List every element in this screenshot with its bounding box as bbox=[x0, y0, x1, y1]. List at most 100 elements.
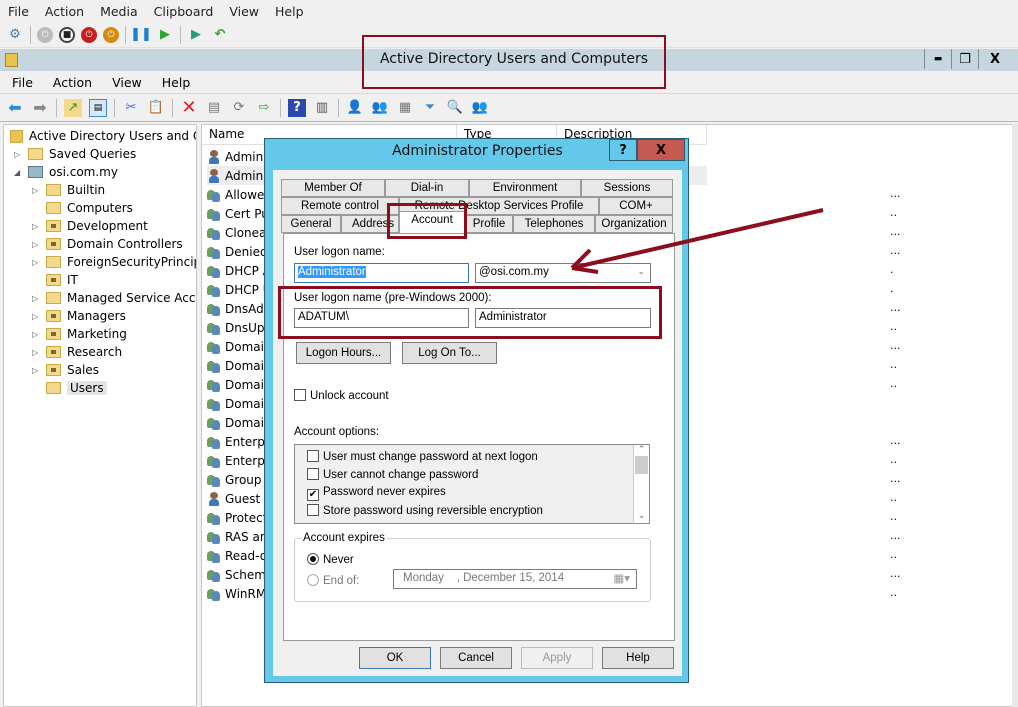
shutdown-icon[interactable]: ⏻ bbox=[81, 26, 97, 43]
tab-general[interactable]: General bbox=[281, 215, 341, 233]
vm-menu-media[interactable]: Media bbox=[100, 4, 138, 19]
dialog-help-button[interactable]: ? bbox=[609, 139, 637, 161]
refresh-icon[interactable]: ⟳ bbox=[230, 99, 248, 117]
expand-arrow-icon[interactable]: ▷ bbox=[32, 330, 42, 339]
account-option-checkbox[interactable]: ✔ Password never expires bbox=[307, 486, 446, 501]
list-row[interactable]: Domain bbox=[207, 375, 272, 394]
revert-icon[interactable]: ↶ bbox=[211, 26, 229, 44]
expand-arrow-icon[interactable]: ▷ bbox=[32, 312, 42, 321]
vm-menu-file[interactable]: File bbox=[8, 4, 29, 19]
tab-dial-in[interactable]: Dial-in bbox=[385, 179, 469, 197]
tree-item[interactable]: ▷ Development bbox=[32, 217, 148, 235]
end-of-radio[interactable]: End of: bbox=[307, 574, 359, 587]
pause-icon[interactable]: ❚❚ bbox=[130, 26, 152, 44]
tree-item[interactable]: ▷ Domain Controllers bbox=[32, 235, 183, 253]
vm-menu-clipboard[interactable]: Clipboard bbox=[154, 4, 214, 19]
ctrl-alt-del-icon[interactable]: ⚙ bbox=[6, 26, 24, 44]
help-icon[interactable]: ? bbox=[288, 98, 306, 117]
vm-menu-help[interactable]: Help bbox=[275, 4, 304, 19]
ok-button[interactable]: OK bbox=[359, 647, 431, 669]
add-to-group-icon[interactable]: 👥 bbox=[471, 99, 489, 117]
tree-item[interactable]: ▷ Managed Service Accour bbox=[32, 289, 196, 307]
tab-com-plus[interactable]: COM+ bbox=[599, 197, 673, 215]
scroll-thumb[interactable] bbox=[635, 456, 648, 474]
power-icon[interactable]: ⏻ bbox=[103, 26, 119, 43]
menu-help[interactable]: Help bbox=[162, 75, 191, 90]
tree-item[interactable]: IT bbox=[32, 271, 78, 289]
export-icon[interactable]: ⇨ bbox=[255, 99, 273, 117]
tab-member-of[interactable]: Member Of bbox=[281, 179, 385, 197]
expand-arrow-icon[interactable]: ▷ bbox=[14, 150, 24, 159]
account-option-checkbox[interactable]: Store password using reversible encrypti… bbox=[307, 504, 543, 517]
find-icon[interactable]: 🔍 bbox=[446, 99, 464, 117]
filter-icon[interactable]: ⏷ bbox=[421, 99, 439, 117]
tab-profile[interactable]: Profile bbox=[465, 215, 513, 233]
expand-arrow-icon[interactable]: ▷ bbox=[32, 294, 42, 303]
list-row[interactable]: Enterpr bbox=[207, 451, 270, 470]
start-icon[interactable]: ⏻ bbox=[37, 26, 53, 43]
tree-root[interactable]: Active Directory Users and Com bbox=[10, 127, 196, 145]
tab-remote-control[interactable]: Remote control bbox=[281, 197, 399, 215]
list-row[interactable]: Read-o bbox=[207, 546, 267, 565]
end-of-date-picker[interactable]: Monday , December 15, 2014 ▦▾ bbox=[393, 569, 637, 589]
list-row[interactable]: Allowed bbox=[207, 185, 272, 204]
tree-item[interactable]: ▷ Builtin bbox=[32, 181, 105, 199]
new-group-icon[interactable]: 👥 bbox=[371, 99, 389, 117]
resume-icon[interactable]: ▶ bbox=[156, 26, 174, 44]
account-option-checkbox[interactable]: User cannot change password bbox=[307, 468, 478, 481]
list-row[interactable]: DHCP A bbox=[207, 261, 271, 280]
list-row[interactable]: Domain bbox=[207, 356, 272, 375]
cut-icon[interactable]: ✂ bbox=[122, 99, 140, 117]
expand-arrow-icon[interactable]: ◢ bbox=[14, 168, 24, 177]
restore-button[interactable]: ❐ bbox=[951, 49, 978, 69]
account-option-checkbox[interactable]: User must change password at next logon bbox=[307, 450, 538, 463]
list-row[interactable]: Domain bbox=[207, 394, 272, 413]
tree-item[interactable]: Computers bbox=[32, 199, 133, 217]
turn-off-icon[interactable]: ■ bbox=[59, 26, 75, 43]
list-row[interactable]: DnsUpd bbox=[207, 318, 272, 337]
properties-icon[interactable]: ▤ bbox=[205, 99, 223, 117]
paste-icon[interactable]: 📋 bbox=[147, 99, 165, 117]
expand-arrow-icon[interactable]: ▷ bbox=[32, 348, 42, 357]
vertical-scrollbar[interactable] bbox=[1012, 124, 1018, 707]
list-row[interactable]: Domain bbox=[207, 413, 272, 432]
list-row[interactable]: Guest bbox=[207, 489, 260, 508]
list-row[interactable]: WinRM bbox=[207, 584, 266, 603]
list-row[interactable]: Protect bbox=[207, 508, 267, 527]
apply-button[interactable]: Apply bbox=[521, 647, 593, 669]
list-row[interactable]: Domain bbox=[207, 337, 272, 356]
tab-environment[interactable]: Environment bbox=[469, 179, 581, 197]
menu-file[interactable]: File bbox=[12, 75, 33, 90]
list-row[interactable]: Enterpr bbox=[207, 432, 270, 451]
show-hide-tree-icon[interactable]: ▤ bbox=[89, 98, 107, 117]
list-row[interactable]: Cert Pu bbox=[207, 204, 269, 223]
options-scrollbar[interactable]: ⌃ ⌄ bbox=[633, 445, 649, 523]
list-row[interactable]: Admin bbox=[207, 147, 263, 166]
scroll-up-icon[interactable]: ⌃ bbox=[634, 445, 649, 455]
tab-organization[interactable]: Organization bbox=[595, 215, 673, 233]
checkpoint-icon[interactable]: ▶ bbox=[187, 26, 205, 44]
list-row[interactable]: Denied bbox=[207, 242, 268, 261]
expand-arrow-icon[interactable]: ▷ bbox=[32, 222, 42, 231]
tree-item[interactable]: ▷ Saved Queries bbox=[14, 145, 136, 163]
tree-item[interactable]: ▷ Research bbox=[32, 343, 122, 361]
tree-item[interactable]: ▷ Marketing bbox=[32, 325, 127, 343]
list-row[interactable]: Group P bbox=[207, 470, 273, 489]
tree-item[interactable]: ▷ Managers bbox=[32, 307, 126, 325]
delete-icon[interactable]: ✕ bbox=[180, 97, 198, 118]
help-button[interactable]: Help bbox=[602, 647, 674, 669]
list-row[interactable]: DHCP U bbox=[207, 280, 271, 299]
scroll-down-icon[interactable]: ⌄ bbox=[634, 511, 649, 521]
cancel-button[interactable]: Cancel bbox=[440, 647, 512, 669]
vm-menu-view[interactable]: View bbox=[229, 4, 259, 19]
dialog-close-button[interactable]: X bbox=[637, 139, 685, 161]
expand-arrow-icon[interactable]: ▷ bbox=[32, 186, 42, 195]
tab-sessions[interactable]: Sessions bbox=[581, 179, 673, 197]
logon-name-input[interactable]: Administrator bbox=[294, 263, 469, 283]
tab-telephones[interactable]: Telephones bbox=[513, 215, 595, 233]
list-row[interactable]: Cloneal bbox=[207, 223, 270, 242]
minimize-button[interactable]: ▬ bbox=[924, 49, 951, 69]
expand-arrow-icon[interactable]: ▷ bbox=[32, 366, 42, 375]
tree-item[interactable]: Users bbox=[32, 379, 107, 397]
expand-arrow-icon[interactable]: ▷ bbox=[32, 258, 42, 267]
